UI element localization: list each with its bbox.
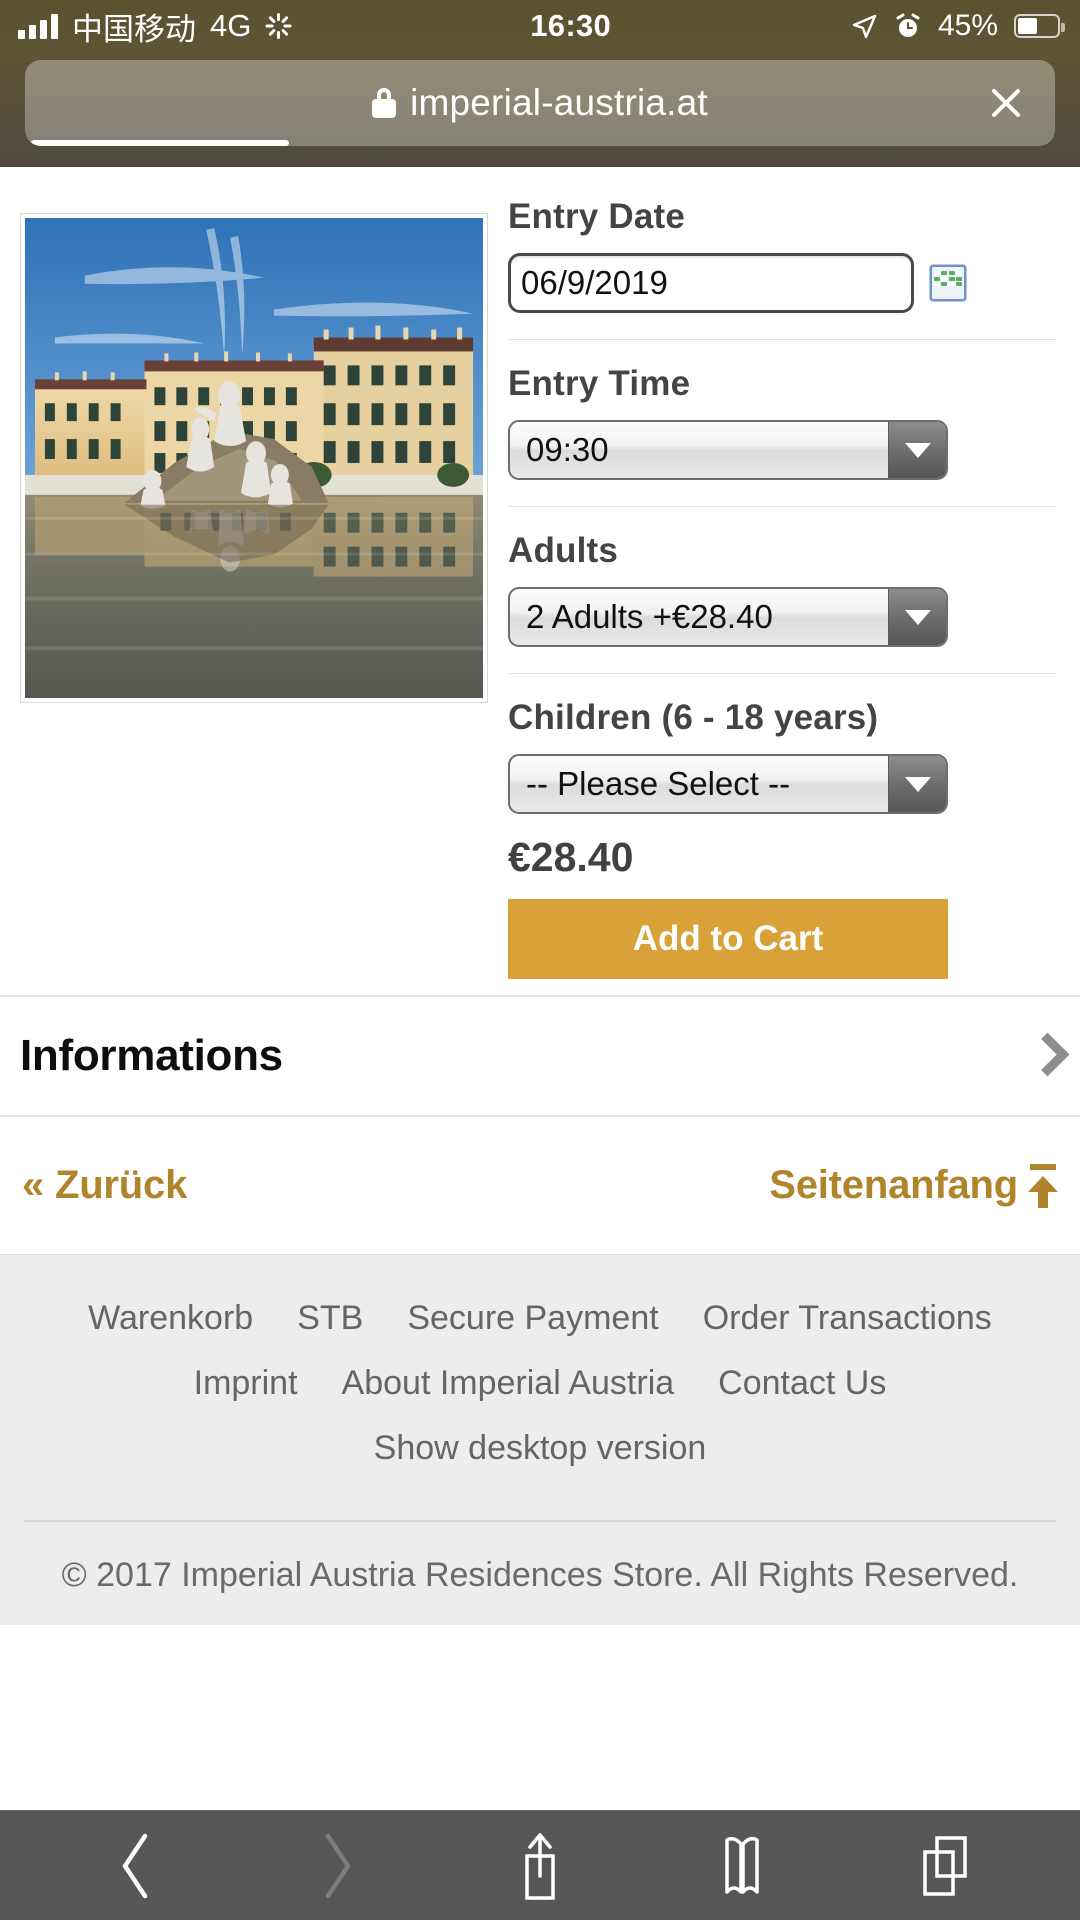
entry-date-label: Entry Date (508, 197, 686, 236)
close-icon[interactable] (985, 82, 1027, 124)
footer-link-show-desktop-version[interactable]: Show desktop version (374, 1429, 707, 1468)
form-divider (508, 339, 1056, 340)
url-label: imperial-austria.at (410, 82, 708, 123)
form-divider (508, 506, 1056, 507)
status-bar-left: 中国移动 4G (0, 4, 292, 49)
entry-date-row (508, 253, 1056, 313)
clock-label: 16:30 (530, 8, 612, 43)
tabs-icon[interactable] (885, 1822, 1005, 1910)
forward-icon (278, 1822, 398, 1910)
informations-title: Informations (20, 1031, 283, 1080)
palace-photo (25, 218, 483, 698)
activity-spinner-icon (265, 13, 292, 39)
status-bar: 中国移动 4G 16:30 45% (0, 0, 1080, 52)
footer-link-secure-payment[interactable]: Secure Payment (407, 1299, 658, 1338)
footer-link-warenkorb[interactable]: Warenkorb (88, 1299, 253, 1338)
page-load-progress-bar (31, 140, 289, 146)
chevron-right-icon (1032, 1035, 1054, 1077)
back-link[interactable]: « Zurück (22, 1163, 187, 1208)
adults-value: 2 Adults +€28.40 (526, 598, 773, 635)
field-entry-date: Entry Date (508, 197, 1056, 339)
footer-link-row: Show desktop version (40, 1429, 1040, 1468)
footer-link-order-transactions[interactable]: Order Transactions (703, 1299, 992, 1338)
children-value: -- Please Select -- (526, 765, 791, 802)
adults-select[interactable]: 2 Adults +€28.40 (508, 587, 948, 647)
entry-time-select[interactable]: 09:30 (508, 420, 948, 480)
address-bar-content: imperial-austria.at (372, 82, 708, 124)
back-icon[interactable] (75, 1822, 195, 1910)
alarm-clock-icon (894, 12, 922, 40)
bookmarks-icon[interactable] (682, 1822, 802, 1910)
copyright-text: © 2017 Imperial Austria Residences Store… (61, 1556, 1019, 1594)
phone-screen: 中国移动 4G 16:30 45% imperial-austria.at En… (0, 0, 1080, 1920)
children-label: Children (6 - 18 years) (508, 698, 879, 737)
footer-link-row: Warenkorb STB Secure Payment Order Trans… (40, 1299, 1040, 1338)
informations-row[interactable]: Informations (0, 997, 1080, 1117)
web-page-content: Entry Date 06/9/2019 Entry Time 09:30 Ad… (0, 167, 1080, 1810)
battery-icon (1014, 14, 1065, 38)
footer-link-imprint[interactable]: Imprint (194, 1364, 298, 1403)
address-bar[interactable]: imperial-austria.at (25, 60, 1055, 146)
site-footer: Warenkorb STB Secure Payment Order Trans… (0, 1255, 1080, 1625)
add-to-cart-button[interactable]: Add to Cart (508, 899, 948, 979)
calendar-icon[interactable] (930, 265, 966, 301)
footer-link-stb[interactable]: STB (297, 1299, 363, 1338)
lock-icon (372, 88, 397, 118)
product-image[interactable] (20, 213, 488, 703)
booking-form: Entry Date 06/9/2019 Entry Time 09:30 Ad… (508, 179, 1060, 979)
cellular-bars-icon (18, 13, 58, 39)
network-type-label: 4G (210, 8, 252, 43)
status-bar-right: 45% (850, 9, 1080, 43)
chevron-down-icon (888, 422, 946, 478)
product-image-column (20, 179, 490, 979)
entry-date-input[interactable] (508, 253, 914, 313)
browser-address-bar-area: imperial-austria.at (0, 52, 1080, 167)
carrier-label: 中国移动 (72, 11, 196, 47)
children-select[interactable]: -- Please Select -- (508, 754, 948, 814)
chevron-down-icon (888, 756, 946, 812)
product-booking-section: Entry Date 06/9/2019 Entry Time 09:30 Ad… (0, 167, 1080, 979)
scroll-to-top-link[interactable]: Seitenanfang (769, 1163, 1058, 1208)
location-arrow-icon (850, 12, 878, 40)
browser-toolbar (0, 1810, 1080, 1920)
footer-links: Warenkorb STB Secure Payment Order Trans… (0, 1299, 1080, 1494)
footer-link-contact-us[interactable]: Contact Us (718, 1364, 886, 1403)
footer-link-about-imperial-austria[interactable]: About Imperial Austria (342, 1364, 675, 1403)
share-icon[interactable] (480, 1822, 600, 1910)
battery-percent-label: 45% (937, 9, 998, 42)
scroll-to-top-label: Seitenanfang (769, 1163, 1018, 1207)
entry-time-label: Entry Time (508, 364, 691, 403)
field-entry-time: Entry Time 09:30 (508, 364, 1056, 506)
form-divider (508, 673, 1056, 674)
field-adults: Adults 2 Adults +€28.40 (508, 531, 1056, 673)
field-children: Children (6 - 18 years) -- Please Select… (508, 698, 1056, 820)
arrow-up-to-line-icon (1028, 1163, 1058, 1208)
entry-time-value: 09:30 (526, 431, 609, 468)
total-price: €28.40 (508, 834, 634, 880)
status-bar-center: 16:30 (291, 8, 850, 44)
footer-link-row: Imprint About Imperial Austria Contact U… (40, 1364, 1040, 1403)
adults-label: Adults (508, 531, 619, 570)
chevron-down-icon (888, 589, 946, 645)
page-nav-row: « Zurück Seitenanfang (0, 1117, 1080, 1255)
